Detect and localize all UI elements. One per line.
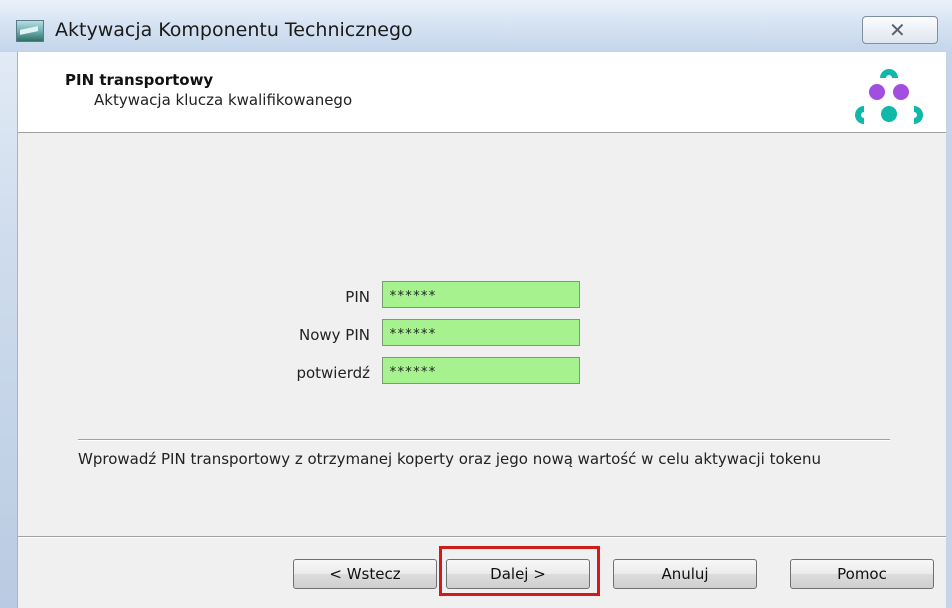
title-bar[interactable]: Aktywacja Komponentu Technicznego ✕ xyxy=(0,0,952,52)
next-button-highlight xyxy=(439,546,600,596)
close-button[interactable]: ✕ xyxy=(862,16,938,44)
window-frame-right xyxy=(946,52,952,608)
info-divider xyxy=(78,439,890,441)
window-title: Aktywacja Komponentu Technicznego xyxy=(55,19,413,41)
page-subtitle: Aktywacja klucza kwalifikowanego xyxy=(94,91,353,109)
confirm-pin-label: potwierdź xyxy=(296,364,370,382)
confirm-pin-input[interactable] xyxy=(382,357,580,384)
certum-logo-icon xyxy=(855,69,923,124)
dialog-window: Aktywacja Komponentu Technicznego ✕ PIN … xyxy=(0,0,952,608)
pin-label: PIN xyxy=(345,288,370,306)
page-title: PIN transportowy xyxy=(65,71,214,89)
info-text: Wprowadź PIN transportowy z otrzymanej k… xyxy=(78,450,822,468)
cancel-button[interactable]: Anuluj xyxy=(613,559,757,589)
new-pin-label: Nowy PIN xyxy=(298,326,370,344)
wizard-header: PIN transportowy Aktywacja klucza kwalif… xyxy=(18,52,952,133)
close-icon: ✕ xyxy=(889,18,906,42)
app-icon xyxy=(16,20,44,42)
dialog-client-area: PIN transportowy Aktywacja klucza kwalif… xyxy=(17,52,952,608)
back-button[interactable]: < Wstecz xyxy=(293,559,437,589)
pin-input[interactable] xyxy=(382,281,580,308)
button-bar-divider xyxy=(18,536,952,538)
help-button[interactable]: Pomoc xyxy=(790,559,934,589)
new-pin-input[interactable] xyxy=(382,319,580,346)
